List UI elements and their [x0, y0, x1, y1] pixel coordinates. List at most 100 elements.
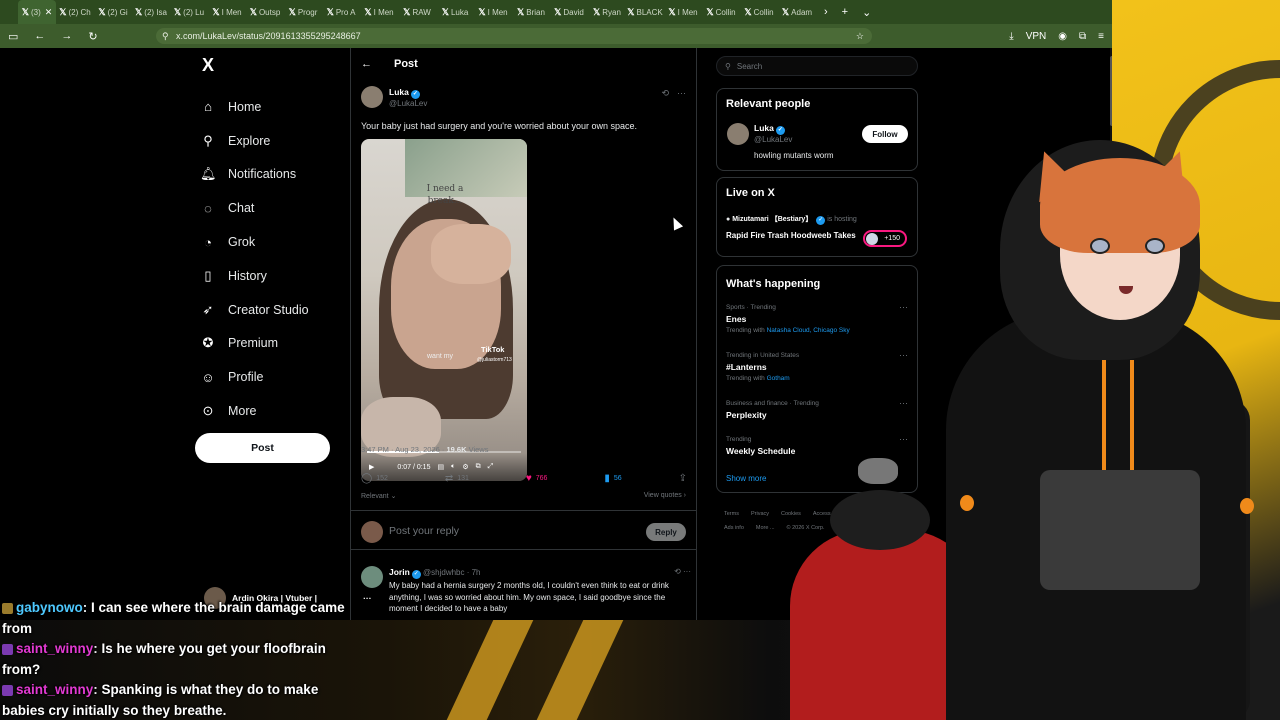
- show-more-link[interactable]: Show more: [726, 474, 766, 483]
- tab-label: (2) Ch: [68, 7, 91, 17]
- footer-link[interactable]: Cookies: [781, 511, 801, 517]
- like-action[interactable]: ♥ 766: [526, 473, 548, 484]
- footer-link[interactable]: Ads info: [724, 525, 744, 531]
- follow-button[interactable]: Follow: [862, 125, 908, 143]
- view-quotes-link[interactable]: View quotes ›: [644, 492, 686, 499]
- nav-item-more[interactable]: ⊙ More: [200, 394, 309, 428]
- nav-item-home[interactable]: ⌂ Home: [200, 90, 309, 124]
- browser-tab[interactable]: 𝕏 Collin: [702, 0, 740, 24]
- bookmark-action[interactable]: ▮ 56: [604, 473, 621, 484]
- more-dots-icon[interactable]: ···: [899, 434, 908, 444]
- tab-list-icon[interactable]: ⌄: [862, 6, 871, 19]
- browser-tab[interactable]: 𝕏 Pro A: [322, 0, 360, 24]
- url-field[interactable]: ⚲ x.com/LukaLev/status/20916133552952486…: [156, 28, 872, 44]
- browser-tab[interactable]: 𝕏 Progr: [284, 0, 322, 24]
- browser-tab[interactable]: 𝕏 David: [550, 0, 588, 24]
- browser-tab[interactable]: 𝕏 (2) Lu: [170, 0, 208, 24]
- play-icon[interactable]: ▶: [369, 463, 374, 471]
- nav-item-history[interactable]: ▯ History: [200, 259, 309, 293]
- nav-item-profile[interactable]: ☺ Profile: [200, 360, 309, 394]
- more-dots-icon[interactable]: ···: [899, 398, 908, 408]
- fullscreen-icon[interactable]: ⤢: [488, 463, 494, 471]
- x-favicon-icon: 𝕏: [403, 6, 411, 17]
- browser-tab[interactable]: 𝕏 BLACK: [626, 0, 664, 24]
- more-dots-icon[interactable]: ···: [899, 350, 908, 360]
- live-stream-title[interactable]: Rapid Fire Trash Hoodweeb Takes: [726, 230, 856, 241]
- reply-tools[interactable]: ⟲ ···: [674, 567, 691, 576]
- browser-tab[interactable]: 𝕏I Men: [474, 0, 512, 24]
- browser-tab[interactable]: 𝕏 RAW: [398, 0, 436, 24]
- nav-item-chat[interactable]: ◌ Chat: [200, 191, 309, 225]
- extension-icon[interactable]: ⧉: [1079, 31, 1086, 42]
- trend-item[interactable]: Business and finance · Trending Perplexi…: [726, 398, 911, 420]
- live-host[interactable]: ● Mizutamari 【Bestiary】 ✓ is hosting: [726, 214, 857, 225]
- menu-icon[interactable]: ≡: [1098, 31, 1104, 42]
- close-tab-icon[interactable]: ✕: [45, 7, 53, 18]
- grok-icon[interactable]: ⟲: [661, 88, 669, 99]
- more-dots-icon[interactable]: ···: [899, 302, 908, 312]
- vpn-badge[interactable]: VPN: [1026, 31, 1047, 42]
- reply-button[interactable]: Reply: [646, 523, 686, 541]
- search-input[interactable]: ⚲ Search: [716, 56, 918, 76]
- browser-tab[interactable]: 𝕏 Brian: [512, 0, 550, 24]
- browser-tab[interactable]: 𝕏 Ryan: [588, 0, 626, 24]
- browser-tab[interactable]: 𝕏 (3) ✕: [18, 0, 56, 24]
- nav-item-grok[interactable]: ◔ Grok: [200, 225, 309, 259]
- live-listeners-badge[interactable]: +150: [863, 230, 907, 247]
- reply-action[interactable]: ◯ 152: [361, 473, 388, 484]
- avatar[interactable]: [727, 123, 749, 145]
- avatar[interactable]: [361, 566, 383, 588]
- captions-icon[interactable]: ▤: [437, 463, 444, 471]
- forward-icon[interactable]: →: [61, 30, 72, 43]
- new-tab-button[interactable]: +: [842, 6, 848, 18]
- browser-tab[interactable]: 𝕏 (2) Ch: [56, 0, 94, 24]
- browser-tab[interactable]: 𝕏I Men: [664, 0, 702, 24]
- footer-link[interactable]: Access: [813, 511, 831, 517]
- settings-icon[interactable]: ⚙: [462, 463, 468, 471]
- nav-item-explore[interactable]: ⚲ Explore: [200, 124, 309, 158]
- bookmark-star-icon[interactable]: ☆: [856, 28, 864, 44]
- post-author[interactable]: Luka ✓ @LukaLev: [361, 86, 427, 108]
- browser-tab[interactable]: 𝕏 Adam: [778, 0, 816, 24]
- trend-item[interactable]: Sports · Trending Enes Trending with Nat…: [726, 302, 911, 334]
- trend-item[interactable]: Trending in United States #Lanterns Tren…: [726, 350, 911, 382]
- browser-tab[interactable]: 𝕏 (2) Gi: [94, 0, 132, 24]
- chevron-right-icon[interactable]: ›: [824, 6, 828, 18]
- footer-link[interactable]: More ...: [756, 525, 775, 531]
- trend-item[interactable]: Trending Weekly Schedule ···: [726, 434, 911, 456]
- trend-with-link[interactable]: Natasha Cloud, Chicago Sky: [767, 327, 850, 334]
- download-icon[interactable]: ⤓: [1009, 31, 1013, 42]
- trend-with-link[interactable]: Gotham: [767, 375, 790, 382]
- nav-item-notifications[interactable]: 🔔︎ Notifications: [200, 158, 309, 192]
- account-icon[interactable]: ◉: [1058, 31, 1067, 42]
- share-action[interactable]: ⇪: [679, 473, 687, 484]
- hoodie-pocket: [1040, 470, 1200, 590]
- video-player[interactable]: I need a break... want my TikTok @julias…: [361, 139, 527, 481]
- pip-icon[interactable]: ⧉: [476, 463, 481, 471]
- repost-action[interactable]: ⇄ 131: [445, 473, 469, 484]
- verified-icon: ✪: [202, 335, 214, 351]
- post-button[interactable]: Post: [195, 433, 330, 463]
- footer-link[interactable]: Terms: [724, 511, 739, 517]
- sidebar-toggle-icon[interactable]: ▭: [8, 30, 18, 43]
- nav-item-premium[interactable]: ✪ Premium: [200, 327, 309, 361]
- browser-tab[interactable]: 𝕏 Collin: [740, 0, 778, 24]
- reload-icon[interactable]: ↻: [88, 30, 97, 43]
- back-arrow-icon[interactable]: ←: [361, 58, 372, 70]
- browser-tab[interactable]: 𝕏 (2) Isa: [132, 0, 170, 24]
- x-logo[interactable]: X: [202, 55, 214, 76]
- more-dots-icon[interactable]: ···: [677, 88, 686, 99]
- avatar[interactable]: [361, 86, 383, 108]
- volume-icon[interactable]: 🔈︎: [451, 463, 455, 471]
- browser-tab[interactable]: 𝕏 Luka: [436, 0, 474, 24]
- browser-tab[interactable]: 𝕏I Men: [208, 0, 246, 24]
- nav-item-creator-studio[interactable]: ➶ Creator Studio: [200, 293, 309, 327]
- reply-input[interactable]: Post your reply: [389, 525, 459, 537]
- browser-tab[interactable]: 𝕏I Men: [360, 0, 398, 24]
- sub-badge-icon: [2, 602, 13, 614]
- reply-handle: @shjdwhbc · 7h: [423, 568, 481, 577]
- browser-tab[interactable]: 𝕏 Outsp: [246, 0, 284, 24]
- footer-link[interactable]: Privacy: [751, 511, 769, 517]
- sort-dropdown[interactable]: Relevant ⌄: [361, 492, 396, 500]
- back-icon[interactable]: ←: [34, 30, 45, 43]
